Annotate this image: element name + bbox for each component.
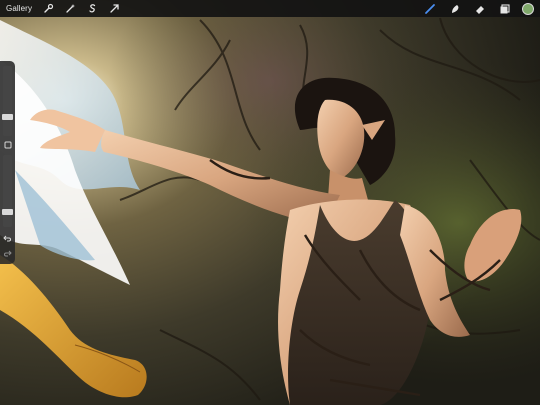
undo-button[interactable] [2, 233, 13, 244]
redo-button[interactable] [2, 248, 13, 259]
brush-size-thumb[interactable] [2, 114, 13, 120]
artwork [0, 0, 540, 405]
wrench-icon[interactable] [40, 2, 56, 16]
brush-size-slider[interactable] [2, 66, 13, 136]
undo-icon [3, 235, 11, 242]
smudge-icon[interactable] [447, 2, 463, 16]
opacity-thumb[interactable] [2, 209, 13, 215]
modify-square-icon [4, 141, 11, 148]
color-picker-swatch[interactable] [522, 2, 534, 15]
selection-icon[interactable] [84, 2, 100, 16]
left-sidebar [0, 61, 15, 264]
redo-icon [4, 250, 12, 257]
magic-wand-icon[interactable] [62, 2, 78, 16]
brush-icon[interactable] [422, 2, 438, 16]
gallery-button[interactable]: Gallery [6, 4, 32, 13]
eraser-icon[interactable] [472, 2, 488, 16]
top-toolbar: Gallery [0, 0, 540, 17]
modify-button[interactable] [3, 140, 12, 149]
drawing-canvas[interactable] [0, 0, 540, 405]
opacity-slider[interactable] [2, 155, 13, 227]
layers-icon[interactable] [497, 2, 513, 16]
toolbar-right-group [422, 0, 536, 17]
transform-icon[interactable] [106, 2, 122, 16]
